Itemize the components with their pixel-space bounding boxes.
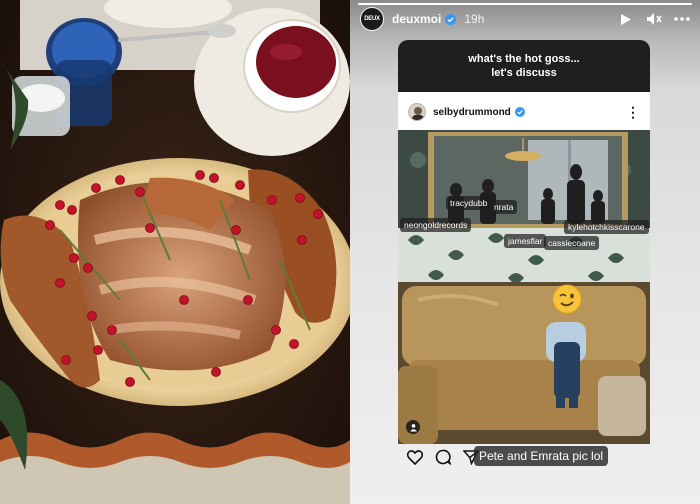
question-line-2: let's discuss bbox=[491, 67, 557, 79]
avatar[interactable]: DEUX bbox=[360, 7, 384, 31]
user-tag[interactable]: nrata bbox=[490, 200, 518, 214]
verified-badge-icon bbox=[445, 13, 457, 25]
post-header: selbydrummond ⋮ bbox=[398, 92, 650, 132]
heart-icon[interactable] bbox=[406, 448, 424, 466]
cranberry bbox=[67, 205, 77, 215]
cranberry bbox=[125, 377, 135, 387]
cranberry bbox=[267, 195, 277, 205]
post-username[interactable]: selbydrummond bbox=[433, 107, 511, 118]
story-footer bbox=[406, 446, 480, 468]
cranberry bbox=[295, 193, 305, 203]
story-username[interactable]: deuxmoi bbox=[392, 12, 441, 26]
cranberry bbox=[83, 263, 93, 273]
user-tag[interactable]: neongoldrecords bbox=[400, 218, 472, 232]
cranberry bbox=[93, 345, 103, 355]
cranberry bbox=[195, 170, 205, 180]
story-progress-fill bbox=[358, 3, 692, 5]
mute-icon[interactable] bbox=[646, 11, 662, 27]
cranberry bbox=[209, 173, 219, 183]
tagged-people-icon[interactable] bbox=[406, 420, 420, 434]
cranberry bbox=[145, 223, 155, 233]
turkey-platter-photo bbox=[0, 0, 350, 504]
cranberry bbox=[55, 200, 65, 210]
story-time: 19h bbox=[464, 12, 485, 26]
post-photo[interactable]: tracydubb nrata neongoldrecords kylehotc… bbox=[398, 130, 650, 444]
more-horizontal-icon[interactable] bbox=[674, 11, 690, 27]
question-line-1: what's the hot goss... bbox=[468, 53, 580, 65]
cranberry bbox=[231, 225, 241, 235]
cranberry bbox=[61, 355, 71, 365]
cranberry bbox=[55, 278, 65, 288]
cranberry bbox=[243, 295, 253, 305]
cranberry bbox=[115, 175, 125, 185]
post-more-button[interactable]: ⋮ bbox=[626, 104, 640, 121]
story-header: DEUX deuxmoi 19h bbox=[360, 6, 690, 32]
user-tag[interactable]: cassiecoane bbox=[544, 236, 600, 250]
shared-post[interactable]: selbydrummond ⋮ tracydubb nrata neongold… bbox=[398, 92, 650, 444]
cranberry bbox=[297, 235, 307, 245]
comment-icon[interactable] bbox=[434, 448, 452, 466]
cranberry bbox=[235, 180, 245, 190]
user-tag[interactable]: tracydubb bbox=[446, 196, 492, 210]
avatar-text: DEUX bbox=[364, 16, 380, 22]
cranberry bbox=[211, 367, 221, 377]
post-avatar[interactable] bbox=[408, 103, 426, 121]
caption-sticker: Pete and Emrata pic lol bbox=[474, 446, 609, 466]
cranberry bbox=[289, 339, 299, 349]
cranberry bbox=[135, 187, 145, 197]
cranberry bbox=[45, 220, 55, 230]
winking-face-emoji bbox=[552, 284, 582, 314]
play-icon[interactable] bbox=[618, 11, 634, 27]
story-progress-bar bbox=[358, 3, 692, 5]
cranberry bbox=[87, 311, 97, 321]
user-tag[interactable]: jamesflar bbox=[504, 234, 547, 248]
instagram-story: DEUX deuxmoi 19h what's the hot goss... … bbox=[350, 0, 700, 504]
cranberry bbox=[107, 325, 117, 335]
cranberry bbox=[313, 209, 323, 219]
verified-badge-icon bbox=[514, 106, 526, 118]
cranberry bbox=[271, 325, 281, 335]
question-sticker[interactable]: what's the hot goss... let's discuss bbox=[398, 40, 650, 92]
cranberry bbox=[69, 253, 79, 263]
cranberry bbox=[91, 183, 101, 193]
user-tag[interactable]: kylehotchkisscarone bbox=[564, 220, 649, 234]
cranberry bbox=[179, 295, 189, 305]
